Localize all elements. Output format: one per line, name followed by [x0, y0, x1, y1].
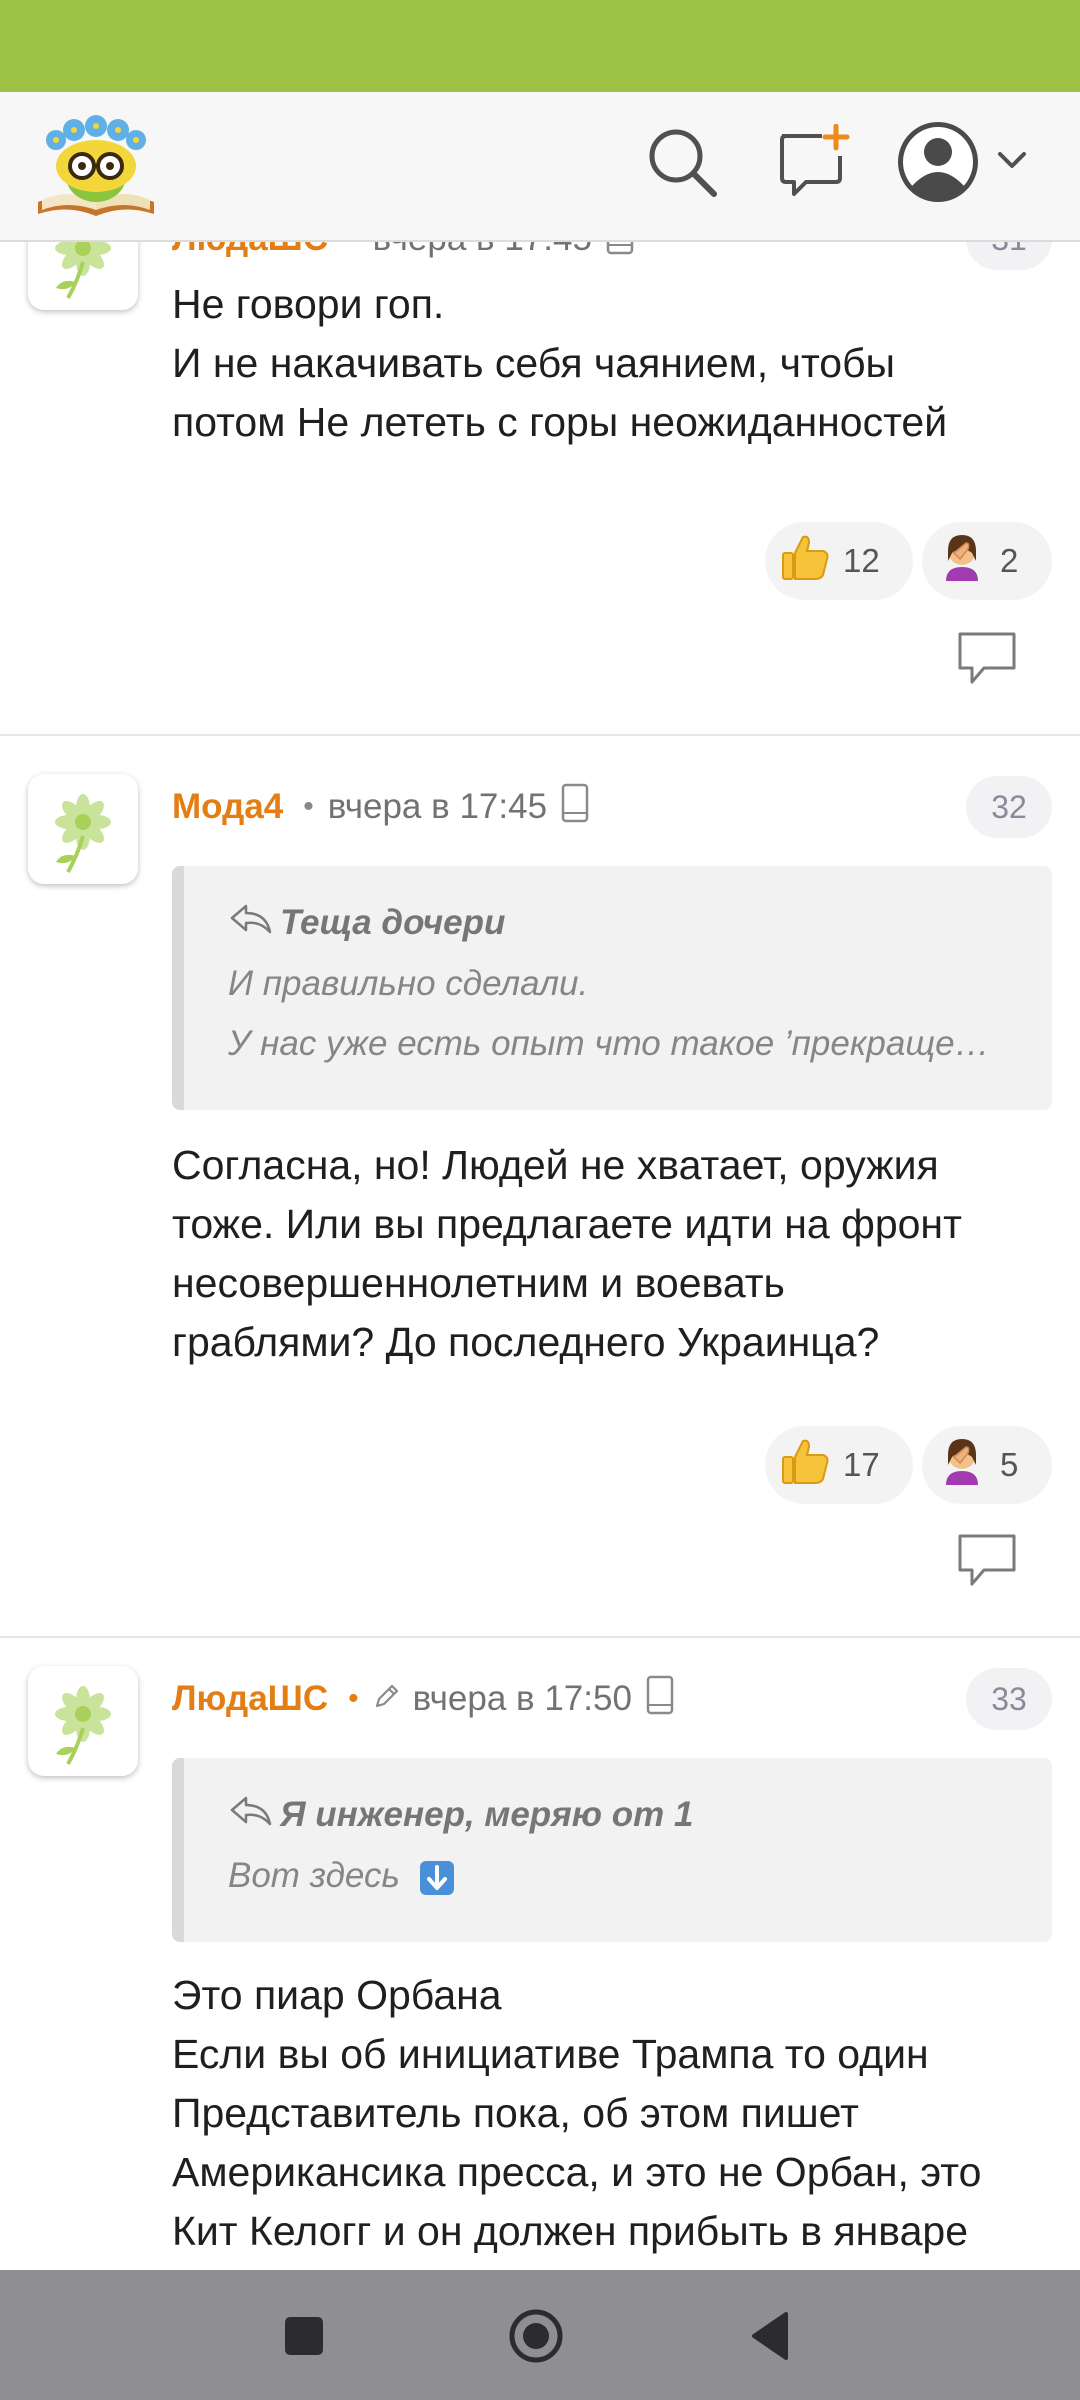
- separator-dot: •: [348, 240, 359, 256]
- comments-feed[interactable]: ЛюдаШС • вчера в 17:45 31 Не говори гоп.…: [0, 240, 1080, 2270]
- comment-text: Согласна, но! Людей не хватает, оружия т…: [172, 1136, 1052, 1372]
- quote-line: И правильно сделали.: [228, 964, 589, 1003]
- reply-arrow-icon: [228, 902, 274, 945]
- comment-divider: [0, 734, 1080, 736]
- comment-meta: ЛюдаШС • вчера в 17:50: [172, 1674, 674, 1724]
- thumbs-up-icon: [779, 531, 831, 591]
- text-line: Если вы об инициативе Трампа то один: [172, 2031, 929, 2077]
- quote-author: Я инженер, меряю от 1: [228, 1792, 1052, 1838]
- reply-icon[interactable]: [954, 1530, 1020, 1590]
- search-icon[interactable]: [644, 124, 720, 200]
- quoted-reply[interactable]: Теща дочери И правильно сделали. У нас у…: [172, 866, 1052, 1110]
- comment-number-badge[interactable]: 32: [966, 776, 1052, 838]
- reaction-count: 12: [843, 542, 880, 579]
- comment-meta: ЛюдаШС • вчера в 17:45: [172, 240, 634, 264]
- text-line: Это пиар Орбана: [172, 1972, 502, 2018]
- text-line: тоже. Или вы предлагаете идти на фронт: [172, 1201, 962, 1247]
- text-line: Согласна, но! Людей не хватает, оружия: [172, 1142, 939, 1188]
- quoted-reply[interactable]: Я инженер, меряю от 1 Вот здесь: [172, 1758, 1052, 1942]
- profile-menu-button[interactable]: [896, 120, 1046, 204]
- quote-line-text: Вот здесь: [228, 1856, 400, 1895]
- quote-author: Теща дочери: [228, 900, 1052, 946]
- comment-meta: Мода4 • вчера в 17:45: [172, 782, 589, 832]
- edited-pencil-icon: [373, 1679, 401, 1719]
- site-logo[interactable]: [34, 110, 158, 222]
- recents-button[interactable]: [274, 2306, 334, 2366]
- author-name[interactable]: Мода4: [172, 787, 283, 827]
- avatar[interactable]: [28, 774, 138, 884]
- avatar[interactable]: [28, 240, 138, 310]
- comment-time: вчера в 17:50: [412, 1679, 632, 1718]
- quote-line: У нас уже есть опыт что такое ’прекращен…: [228, 1024, 1008, 1063]
- reaction-like-button[interactable]: 17: [765, 1426, 913, 1504]
- back-button[interactable]: [740, 2306, 800, 2366]
- reaction-count: 2: [1000, 542, 1019, 579]
- comment-time: вчера в 17:45: [373, 240, 592, 259]
- avatar[interactable]: [28, 1666, 138, 1776]
- text-line: несовершеннолетним и воевать: [172, 1260, 785, 1306]
- status-bar: [0, 0, 1080, 92]
- reaction-facepalm-button[interactable]: 2: [922, 522, 1052, 600]
- reaction-like-button[interactable]: 12: [765, 522, 913, 600]
- author-name[interactable]: ЛюдаШС: [172, 1679, 328, 1719]
- reaction-facepalm-button[interactable]: 5: [922, 1426, 1052, 1504]
- comment-text: Это пиар Орбана Если вы об инициативе Тр…: [172, 1966, 1052, 2261]
- mobile-device-icon: [646, 1675, 674, 1724]
- app-bar: [0, 92, 1080, 242]
- text-line: потом Не лететь с горы неожиданностей: [172, 399, 948, 445]
- reaction-count: 17: [843, 1446, 880, 1483]
- text-line: И не накачивать себя чаянием, чтобы: [172, 340, 896, 386]
- new-message-icon[interactable]: [776, 123, 852, 200]
- quote-line: Вот здесь: [228, 1846, 1008, 1906]
- system-navigation-bar: [0, 2270, 1080, 2400]
- home-button[interactable]: [506, 2306, 566, 2366]
- comment-number-badge[interactable]: 31: [966, 240, 1052, 270]
- comment-number-badge[interactable]: 33: [966, 1668, 1052, 1730]
- reaction-count: 5: [1000, 1446, 1019, 1483]
- text-line: Не говори гоп.: [172, 281, 445, 327]
- separator-dot: •: [303, 790, 314, 823]
- down-arrow-emoji-icon: [419, 1860, 454, 1895]
- mobile-device-icon: [561, 783, 589, 832]
- mobile-device-icon: [606, 240, 634, 264]
- facepalm-icon: [936, 1435, 988, 1495]
- text-line: граблями? До последнего Украинца?: [172, 1319, 880, 1365]
- comment-time: вчера в 17:45: [327, 787, 548, 826]
- reply-arrow-icon: [228, 1794, 274, 1837]
- separator-dot: •: [348, 1682, 359, 1715]
- text-line: Американсика пресса, и это не Орбан, это: [172, 2149, 982, 2195]
- thumbs-up-icon: [779, 1435, 831, 1495]
- text-line: Представитель пока, об этом пишет: [172, 2090, 859, 2136]
- comment-text: Не говори гоп. И не накачивать себя чаян…: [172, 275, 1052, 452]
- text-line: Кит Келогг и он должен прибыть в январе: [172, 2208, 969, 2254]
- quote-author-name: Теща дочери: [280, 903, 506, 942]
- reply-icon[interactable]: [954, 628, 1020, 688]
- comment-divider: [0, 1636, 1080, 1638]
- quote-author-name: Я инженер, меряю от 1: [280, 1795, 694, 1834]
- author-name[interactable]: ЛюдаШС: [172, 240, 328, 259]
- facepalm-icon: [936, 531, 988, 591]
